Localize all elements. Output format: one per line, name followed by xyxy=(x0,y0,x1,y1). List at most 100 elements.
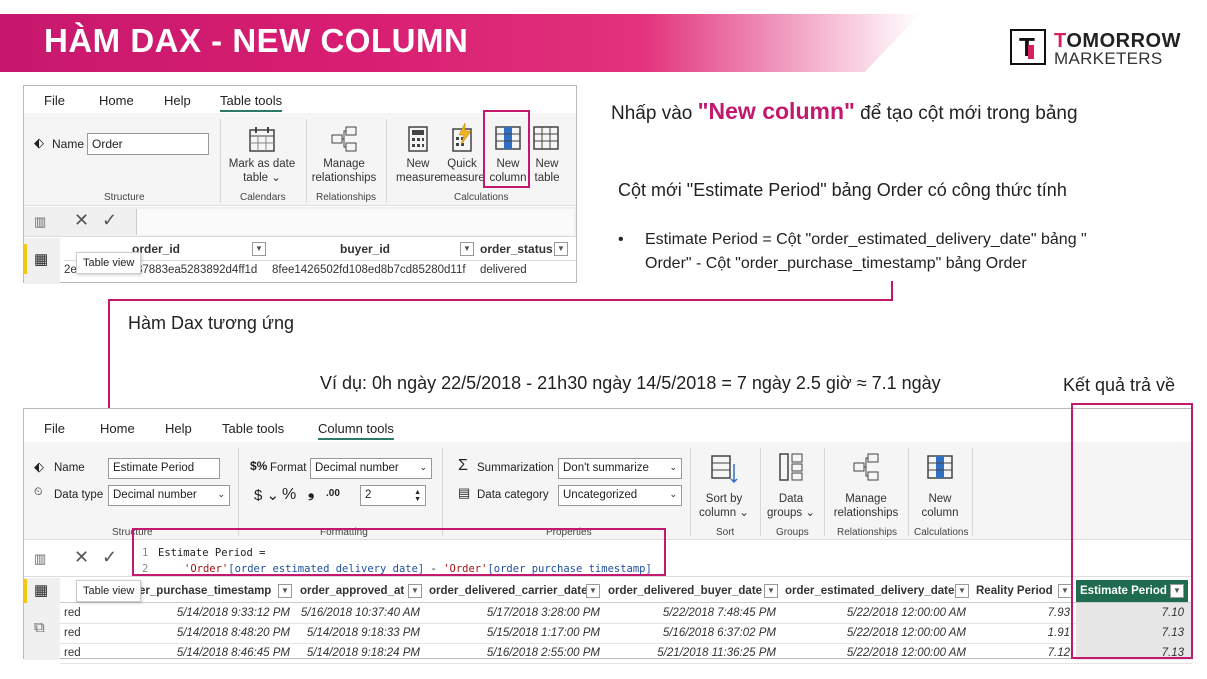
example-text: Ví dụ: 0h ngày 22/5/2018 - 21h30 ngày 14… xyxy=(320,373,941,393)
cancel-icon[interactable]: ✕ xyxy=(74,547,89,568)
column-header-order-status[interactable]: order_status xyxy=(480,242,553,256)
report-view-icon[interactable]: ▥ xyxy=(34,214,46,230)
table-name-input[interactable]: Order xyxy=(87,133,209,155)
tab-table-tools[interactable]: Table tools xyxy=(220,93,283,112)
group-sort-label: Sort xyxy=(716,527,735,538)
table-cell: 5/16/2018 6:37:02 PM xyxy=(662,627,776,639)
commit-icon[interactable]: ✓ xyxy=(102,210,117,231)
column-dropdown-icon[interactable]: ▼ xyxy=(586,584,600,598)
format-label: Format xyxy=(270,462,307,474)
menu-file[interactable]: File xyxy=(44,93,65,108)
menu-home[interactable]: Home xyxy=(99,93,134,108)
tab-table-tools[interactable]: Table tools xyxy=(222,421,284,436)
active-view-indicator xyxy=(24,244,27,274)
mark-as-date-button[interactable]: Mark as date table ⌄ xyxy=(226,157,298,185)
column-dropdown-icon[interactable]: ▼ xyxy=(1058,584,1072,598)
column-dropdown-icon[interactable]: ▼ xyxy=(554,242,568,256)
table-view-icon[interactable]: ▦ xyxy=(34,581,48,599)
new-column-button[interactable]: New column xyxy=(916,492,964,520)
table-cell: delivered xyxy=(480,264,527,276)
table-cell: 7.93 xyxy=(1047,607,1070,619)
column-dropdown-icon[interactable]: ▼ xyxy=(408,584,422,598)
row-divider xyxy=(60,643,1192,644)
formula-description: Estimate Period = Cột "order_estimated_d… xyxy=(645,231,1087,272)
column-dropdown-icon[interactable]: ▼ xyxy=(278,584,292,598)
formula-input[interactable] xyxy=(136,209,574,235)
table-view-tooltip: Table view xyxy=(76,580,142,602)
table-view-tooltip: Table view xyxy=(76,252,142,274)
column-header-approved-at[interactable]: order_approved_at xyxy=(300,580,404,602)
divider xyxy=(238,448,239,536)
commit-icon[interactable]: ✓ xyxy=(102,547,117,568)
divider xyxy=(824,448,825,536)
new-measure-button[interactable]: New measure xyxy=(396,157,441,185)
column-header-estimated-delivery-date[interactable]: order_estimated_delivery_date xyxy=(785,580,954,602)
decimal-places-stepper[interactable]: 2 ▲ ▼ xyxy=(360,485,426,506)
logo-accent xyxy=(1028,45,1034,59)
column-name-input[interactable]: Estimate Period xyxy=(108,458,220,479)
sort-by-column-button[interactable]: Sort by column ⌄ xyxy=(696,492,752,520)
calculator-icon xyxy=(408,126,428,152)
calendar-icon xyxy=(249,127,275,152)
column-dropdown-icon[interactable]: ▼ xyxy=(764,584,778,598)
tag-icon: ⬖ xyxy=(34,135,44,150)
decimal-places-icon[interactable]: .00 xyxy=(326,488,340,499)
column-dropdown-icon[interactable]: ▼ xyxy=(460,242,474,256)
table-cell: 1.91 xyxy=(1047,627,1070,639)
percent-button[interactable]: % xyxy=(282,486,296,504)
model-view-icon[interactable]: ⧉ xyxy=(34,619,45,636)
table-cell: 5/22/2018 12:00:00 AM xyxy=(846,627,966,639)
summarization-label: Summarization xyxy=(477,462,554,474)
menu-home[interactable]: Home xyxy=(100,421,135,436)
quick-measure-button[interactable]: Quick measure xyxy=(440,157,485,185)
table-view-icon[interactable]: ▦ xyxy=(34,250,48,268)
group-structure-label: Structure xyxy=(104,192,145,203)
manage-relationships-button[interactable]: Manage relationships xyxy=(830,492,902,520)
menu-help[interactable]: Help xyxy=(165,421,192,436)
data-groups-button[interactable]: Data groups ⌄ xyxy=(764,492,818,520)
new-table-button[interactable]: New table xyxy=(526,157,568,185)
table-cell: 5/15/2018 1:17:00 PM xyxy=(486,627,600,639)
manage-relationships-button[interactable]: Manage relationships xyxy=(308,157,380,185)
column-header-delivered-buyer-date[interactable]: order_delivered_buyer_date xyxy=(608,580,762,602)
data-groups-icon xyxy=(779,453,803,481)
column-header-buyer-id[interactable]: buyer_id xyxy=(340,242,390,256)
data-type-select[interactable]: Decimal number ⌄ xyxy=(108,485,230,506)
comma-button[interactable]: ❟ xyxy=(308,484,314,502)
column-header-delivered-carrier-date[interactable]: order_delivered_carrier_date xyxy=(429,580,588,602)
row-prefix: 2e xyxy=(64,264,77,276)
summarization-select[interactable]: Don't summarize ⌄ xyxy=(558,458,682,479)
format-select[interactable]: Decimal number ⌄ xyxy=(310,458,432,479)
group-calculations-label: Calculations xyxy=(454,192,509,203)
table-cell: 5/14/2018 9:18:24 PM xyxy=(306,647,420,659)
table-cell: 37883ea5283892d4ff1d xyxy=(136,264,258,276)
connector-line xyxy=(108,299,893,301)
column-dropdown-icon[interactable]: ▼ xyxy=(252,242,266,256)
cancel-icon[interactable]: ✕ xyxy=(74,210,89,231)
report-view-icon[interactable]: ▥ xyxy=(34,551,46,567)
table-cell: red xyxy=(64,607,81,619)
menu-help[interactable]: Help xyxy=(164,93,191,108)
active-view-indicator xyxy=(24,579,27,603)
row-divider xyxy=(60,663,1192,664)
currency-button[interactable]: $ ⌄ xyxy=(254,486,279,504)
tab-column-tools[interactable]: Column tools xyxy=(318,421,394,440)
divider xyxy=(386,119,387,203)
header-divider xyxy=(60,602,1192,603)
relationships-icon xyxy=(331,126,357,152)
column-header-purchase-timestamp[interactable]: der_purchase_timestamp xyxy=(132,580,271,602)
table-cell: 7.12 xyxy=(1047,647,1070,659)
name-label: Name xyxy=(52,137,85,151)
dax-label: Hàm Dax tương ứng xyxy=(128,313,294,333)
data-category-select[interactable]: Uncategorized ⌄ xyxy=(558,485,682,506)
table-cell: 5/22/2018 12:00:00 AM xyxy=(846,647,966,659)
divider xyxy=(760,448,761,536)
ribbon: ⬖ Name Estimate Period ⏲ Data type Decim… xyxy=(24,442,1192,540)
table-cell: 5/16/2018 10:37:40 AM xyxy=(300,607,420,619)
relationships-icon xyxy=(853,453,879,481)
table-cell: 5/22/2018 7:48:45 PM xyxy=(662,607,776,619)
menu-file[interactable]: File xyxy=(44,421,65,436)
table-cell: 5/16/2018 2:55:00 PM xyxy=(486,647,600,659)
column-dropdown-icon[interactable]: ▼ xyxy=(955,584,969,598)
column-header-reality-period[interactable]: Reality Period xyxy=(976,580,1053,602)
